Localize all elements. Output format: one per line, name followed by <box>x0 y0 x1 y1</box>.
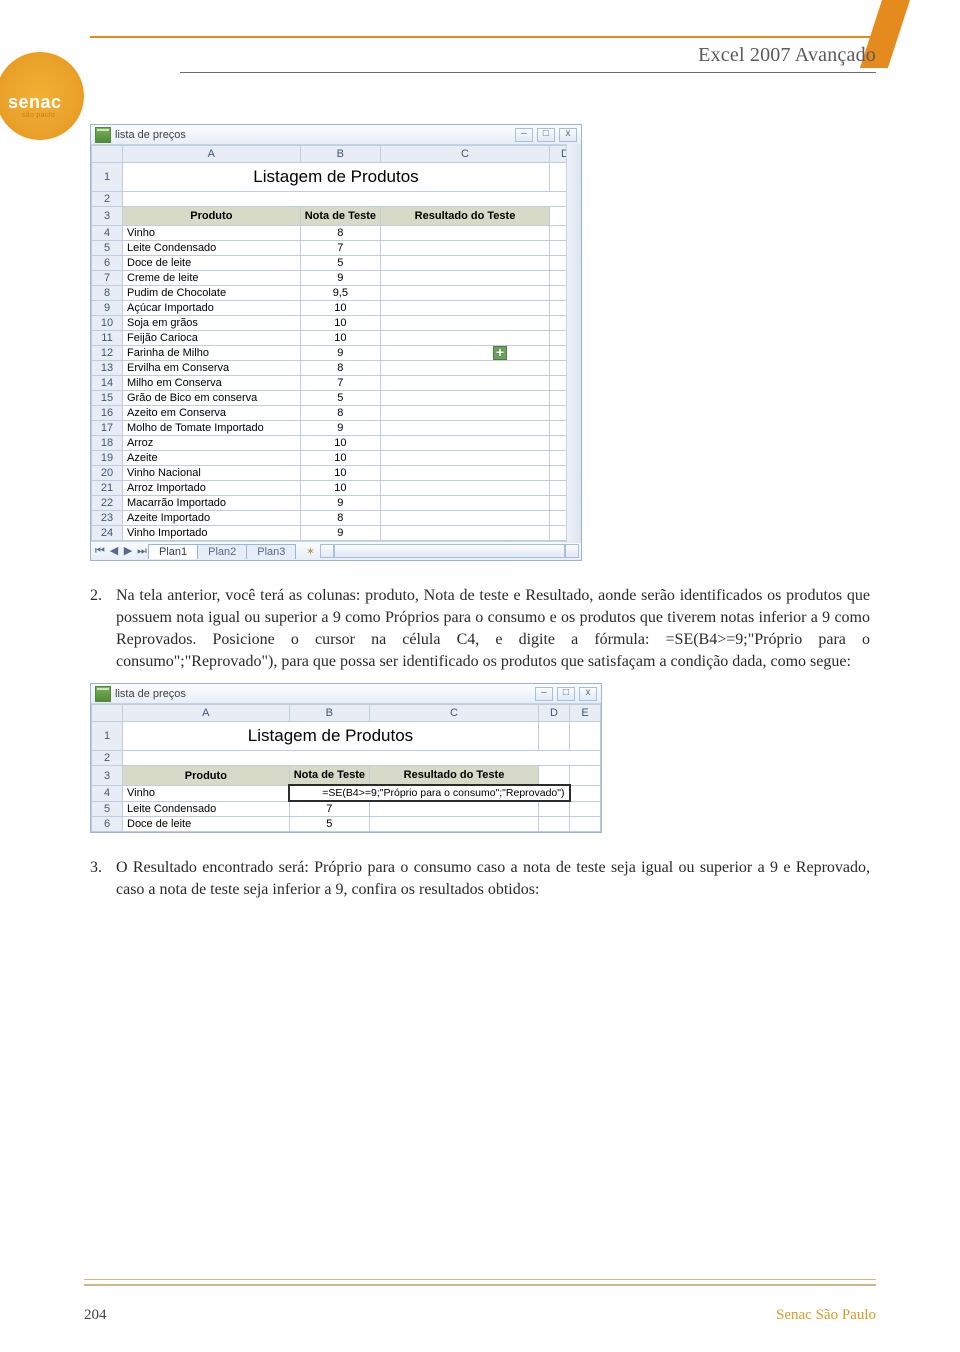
logo-subtext: são paulo <box>22 112 55 119</box>
tab-nav-last[interactable]: ⏭ <box>135 545 149 558</box>
formula-cell[interactable]: =SE(B4>=9;"Próprio para o consumo";"Repr… <box>289 785 569 801</box>
row-header[interactable]: 2 <box>92 751 123 766</box>
sheet-tab-plan2[interactable]: Plan2 <box>197 544 247 559</box>
footer-rule <box>84 1279 876 1286</box>
page-number: 204 <box>84 1307 107 1324</box>
page-header-title: Excel 2007 Avançado <box>698 44 876 67</box>
col-header-a[interactable]: A <box>123 705 290 722</box>
senac-logo: senac são paulo <box>0 52 84 140</box>
page-footer: 204 Senac São Paulo <box>84 1307 876 1324</box>
maximize-button[interactable]: □ <box>537 128 555 142</box>
row-header[interactable]: 2 <box>92 192 123 207</box>
col-header-d[interactable]: D <box>539 705 570 722</box>
sheet-title-cell[interactable]: Listagem de Produtos <box>123 722 539 751</box>
minimize-button[interactable]: – <box>535 687 553 701</box>
table-header-produto[interactable]: Produto <box>123 207 301 226</box>
workbook-icon <box>95 127 111 143</box>
col-header-e[interactable]: E <box>570 705 601 722</box>
col-header-b[interactable]: B <box>300 146 380 163</box>
vscroll[interactable] <box>566 144 581 543</box>
close-button[interactable]: x <box>559 128 577 142</box>
tab-nav-first[interactable]: ⏮ <box>93 545 107 558</box>
titlebar: lista de preços – □ x <box>91 684 601 704</box>
logo-text: senac <box>8 92 62 113</box>
excel-window-1: lista de preços – □ x A B C D <box>90 124 582 561</box>
table-header-nota[interactable]: Nota de Teste <box>289 766 369 786</box>
header-underline <box>180 72 876 73</box>
col-header-c[interactable]: C <box>370 705 539 722</box>
sheet-tab-plan1[interactable]: Plan1 <box>148 544 198 559</box>
titlebar: lista de preços – □ x <box>91 125 581 145</box>
insert-sheet-icon[interactable]: ✶ <box>300 545 320 558</box>
paragraph-2: 2. Na tela anterior, você terá as coluna… <box>90 585 870 673</box>
sheet-title-cell[interactable]: Listagem de Produtos <box>123 163 550 192</box>
sheet-tabbar: ⏮◀▶⏭ Plan1 Plan2 Plan3 ✶ <box>91 541 581 560</box>
paragraph-number: 2. <box>90 585 116 673</box>
table-header-produto[interactable]: Produto <box>123 766 290 786</box>
excel-window-2: lista de preços – □ x A B C D E <box>90 683 602 833</box>
table-header-nota[interactable]: Nota de Teste <box>300 207 380 226</box>
paragraph-3: 3. O Resultado encontrado será: Próprio … <box>90 857 870 901</box>
spreadsheet-grid[interactable]: A B C D 1 Listagem de Produtos 2 <box>91 145 581 541</box>
minimize-button[interactable]: – <box>515 128 533 142</box>
workbook-title: lista de preços <box>115 129 186 141</box>
row-header[interactable]: 3 <box>92 766 123 786</box>
col-header-b[interactable]: B <box>289 705 369 722</box>
tab-nav-next[interactable]: ▶ <box>121 544 135 557</box>
cursor-cell[interactable]: + <box>381 346 550 361</box>
row-header[interactable]: 3 <box>92 207 123 226</box>
col-header-c[interactable]: C <box>381 146 550 163</box>
hscroll-track[interactable] <box>334 544 565 558</box>
paragraph-text: Na tela anterior, você terá as colunas: … <box>116 585 870 673</box>
maximize-button[interactable]: □ <box>557 687 575 701</box>
hscroll-right[interactable] <box>565 544 579 558</box>
col-header-a[interactable]: A <box>123 146 301 163</box>
close-button[interactable]: x <box>579 687 597 701</box>
table-header-resultado[interactable]: Resultado do Teste <box>381 207 550 226</box>
select-all-corner[interactable] <box>92 705 123 722</box>
select-all-corner[interactable] <box>92 146 123 163</box>
spreadsheet-grid[interactable]: A B C D E 1 Listagem de Produtos 2 <box>91 704 601 832</box>
footer-brand: Senac São Paulo <box>776 1307 876 1324</box>
table-header-resultado[interactable]: Resultado do Teste <box>370 766 539 786</box>
paragraph-number: 3. <box>90 857 116 901</box>
tab-nav-prev[interactable]: ◀ <box>107 544 121 557</box>
paragraph-text: O Resultado encontrado será: Próprio par… <box>116 857 870 901</box>
sheet-tab-plan3[interactable]: Plan3 <box>246 544 296 559</box>
row-header[interactable]: 1 <box>92 163 123 192</box>
workbook-icon <box>95 686 111 702</box>
workbook-title: lista de preços <box>115 688 186 700</box>
hscroll-left[interactable] <box>320 544 334 558</box>
top-orange-rule <box>90 36 886 38</box>
row-header[interactable]: 1 <box>92 722 123 751</box>
